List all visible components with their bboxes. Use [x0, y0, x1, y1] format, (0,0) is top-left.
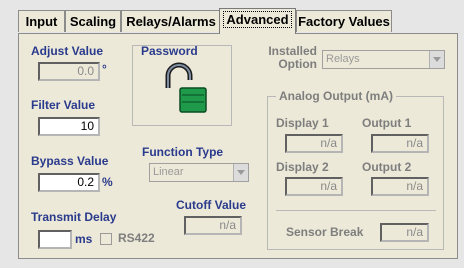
filter-value-field[interactable]: 10 [38, 117, 100, 136]
transmit-delay-field[interactable] [38, 230, 72, 249]
installed-option-dropdown-icon[interactable] [429, 51, 444, 68]
transmit-delay-label: Transmit Delay [31, 210, 117, 224]
sensor-break-field[interactable]: n/a [380, 223, 429, 242]
unlocked-padlock-icon[interactable] [160, 62, 210, 114]
output2-label: Output 2 [362, 160, 412, 174]
installed-option-label: Installed Option [265, 45, 317, 71]
display2-label: Display 2 [276, 160, 329, 174]
function-type-value: Linear [153, 166, 184, 178]
cutoff-value-label: Cutoff Value [176, 198, 247, 212]
degree-unit: ° [102, 62, 107, 76]
function-type-dropdown-icon[interactable] [233, 164, 248, 181]
rs422-label: RS422 [118, 231, 155, 245]
installed-option-select[interactable]: Relays [322, 50, 445, 69]
tab-advanced-label: Advanced [223, 11, 292, 28]
adjust-value-field[interactable]: 0.0 [38, 62, 100, 81]
bypass-value-field[interactable]: 0.2 [38, 173, 100, 192]
output1-field[interactable]: n/a [371, 134, 429, 153]
function-type-select[interactable]: Linear [149, 163, 249, 182]
divider [276, 210, 436, 211]
display1-field[interactable]: n/a [285, 134, 343, 153]
function-type-label: Function Type [142, 145, 224, 159]
ms-unit: ms [75, 232, 93, 246]
rs422-checkbox[interactable] [100, 233, 112, 245]
analog-output-title: Analog Output (mA) [276, 89, 396, 103]
password-title: Password [141, 44, 198, 58]
cutoff-value-field[interactable]: n/a [184, 216, 242, 235]
tab-advanced[interactable]: Advanced [219, 8, 296, 34]
sensor-break-label: Sensor Break [286, 225, 364, 239]
output2-field[interactable]: n/a [371, 177, 429, 196]
output1-label: Output 1 [362, 116, 412, 130]
tab-scaling[interactable]: Scaling [65, 10, 121, 32]
display2-field[interactable]: n/a [285, 177, 343, 196]
display1-label: Display 1 [276, 116, 329, 130]
tab-relays-alarms[interactable]: Relays/Alarms [121, 10, 221, 32]
tab-factory-values[interactable]: Factory Values [296, 10, 392, 32]
tab-strip: Input Scaling Relays/Alarms Advanced Fac… [0, 0, 464, 34]
filter-value-label: Filter Value [31, 98, 96, 112]
installed-option-value: Relays [326, 53, 360, 65]
adjust-value-label: Adjust Value [31, 44, 104, 58]
percent-unit: % [102, 175, 113, 189]
tab-input[interactable]: Input [18, 10, 65, 32]
installed-label-line2: Option [278, 57, 317, 71]
bypass-value-label: Bypass Value [31, 154, 109, 168]
